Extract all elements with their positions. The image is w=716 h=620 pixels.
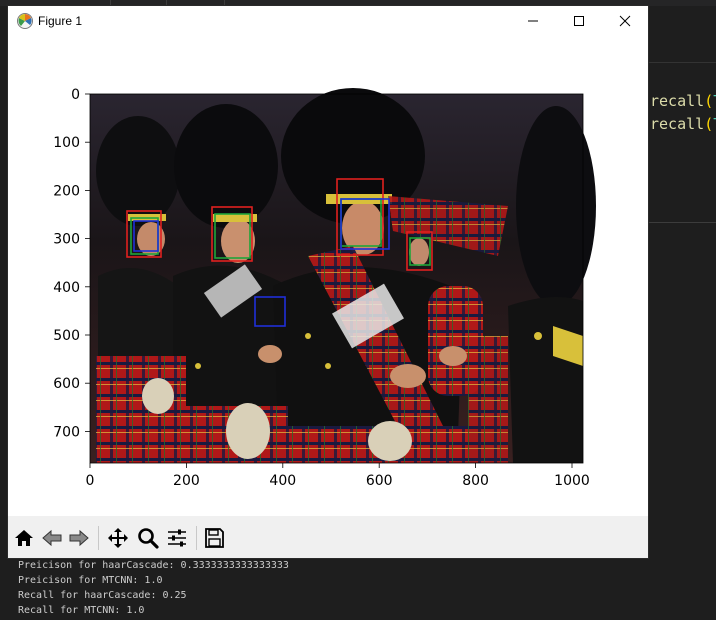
toolbar-separator [98, 526, 99, 550]
y-tick-label: 200 [53, 183, 80, 199]
configure-subplots-icon [168, 529, 186, 547]
back-icon [42, 529, 62, 547]
y-tick-label: 600 [53, 376, 80, 392]
x-tick-label: 600 [366, 473, 393, 489]
plot-canvas[interactable]: 0 200 400 600 800 1000 0 100 200 300 400… [8, 36, 648, 516]
forward-button[interactable] [66, 525, 92, 551]
toolbar-separator [196, 526, 197, 550]
zoom-button[interactable] [135, 525, 161, 551]
maximize-button[interactable] [556, 6, 602, 36]
save-icon [205, 528, 224, 548]
y-axis: 0 100 200 300 400 500 600 700 [53, 87, 90, 440]
home-button[interactable] [11, 525, 37, 551]
code-paren: ( [704, 92, 714, 110]
code-line-2[interactable]: recall(T [650, 115, 716, 133]
figure-window[interactable]: Figure 1 0 200 400 600 800 1000 0 100 20… [8, 6, 648, 558]
terminal-output-line: Preicison for MTCNN: 1.0 [18, 575, 163, 586]
code-function-name: recall [650, 115, 705, 133]
close-button[interactable] [602, 6, 648, 36]
x-tick-label: 200 [173, 473, 200, 489]
window-titlebar[interactable]: Figure 1 [8, 6, 648, 36]
code-paren: ( [704, 115, 714, 133]
zoom-icon [138, 528, 159, 549]
minimize-button[interactable] [510, 6, 556, 36]
x-tick-label: 400 [269, 473, 296, 489]
x-tick-label: 0 [86, 473, 95, 489]
window-title: Figure 1 [38, 14, 83, 28]
y-tick-label: 100 [53, 135, 80, 151]
maximize-icon [574, 16, 584, 26]
navigation-toolbar [8, 516, 648, 558]
code-function-name: recall [650, 92, 705, 110]
matplotlib-app-icon [16, 12, 34, 30]
y-tick-label: 400 [53, 280, 80, 296]
y-tick-label: 700 [53, 424, 80, 440]
y-tick-label: 500 [53, 328, 80, 344]
terminal-output-line: Recall for MTCNN: 1.0 [18, 605, 145, 616]
close-icon [619, 15, 631, 27]
x-axis: 0 200 400 600 800 1000 [86, 463, 590, 489]
minimize-icon [528, 20, 538, 22]
terminal-output-line: Preicison for haarCascade: 0.33333333333… [18, 560, 289, 571]
terminal-output-line: Recall for haarCascade: 0.25 [18, 590, 187, 601]
save-button[interactable] [201, 525, 227, 551]
configure-subplots-button[interactable] [164, 525, 190, 551]
code-editor-visible-region[interactable] [648, 62, 716, 223]
home-icon [15, 530, 33, 546]
axes-image [90, 88, 596, 463]
back-button[interactable] [39, 525, 65, 551]
x-tick-label: 1000 [554, 473, 590, 489]
forward-icon [69, 529, 89, 547]
x-tick-label: 800 [462, 473, 489, 489]
code-line-1[interactable]: recall(T [650, 92, 716, 110]
y-tick-label: 0 [71, 87, 80, 103]
pan-icon [108, 528, 128, 548]
pan-button[interactable] [105, 525, 131, 551]
y-tick-label: 300 [53, 232, 80, 248]
panel-divider [648, 222, 716, 223]
